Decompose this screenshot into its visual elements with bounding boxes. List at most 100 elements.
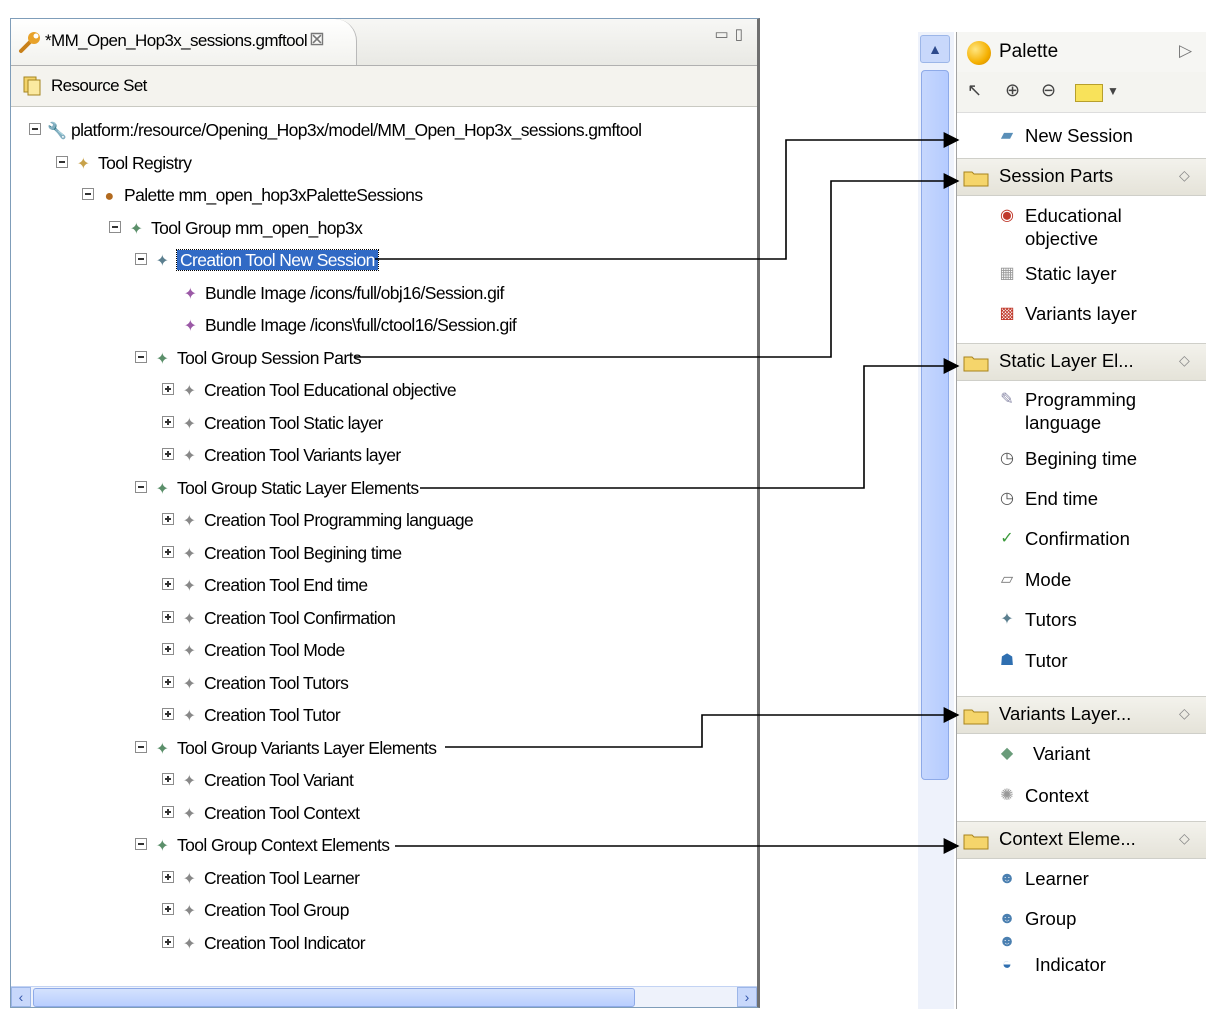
expand-toggle[interactable]	[162, 936, 174, 949]
tree-node-label: Bundle Image /icons\full/ctool16/Session…	[205, 315, 517, 335]
session-icon: ▰	[1000, 127, 1014, 144]
tree-node-educational-objective[interactable]: ✦ Creation Tool Educational objective	[162, 376, 457, 404]
tree-node-context[interactable]: ✦ Creation Tool Context	[162, 799, 360, 827]
bundle-image-icon: ✦	[183, 318, 197, 335]
palette-tool-context[interactable]: ✺ Context	[993, 784, 1088, 807]
pin-icon[interactable]: ◇	[1179, 167, 1190, 184]
expand-toggle[interactable]	[162, 513, 174, 526]
tree-node-static-layer[interactable]: ✦ Creation Tool Static layer	[162, 409, 383, 437]
expand-toggle[interactable]	[162, 448, 174, 461]
tree-node-learner[interactable]: ✦ Creation Tool Learner	[162, 864, 360, 892]
tree-node-begining-time[interactable]: ✦ Creation Tool Begining time	[162, 539, 402, 567]
palette-tool-label: Tutor	[1025, 650, 1068, 671]
tree-node-static-layer-elements[interactable]: ✦ Tool Group Static Layer Elements	[135, 474, 419, 502]
collapse-toggle[interactable]	[82, 188, 94, 201]
pin-icon[interactable]: ◇	[1179, 352, 1190, 369]
chevron-down-icon[interactable]: ▼	[1107, 84, 1119, 98]
expand-toggle[interactable]	[162, 676, 174, 689]
tree-node-session-parts[interactable]: ✦ Tool Group Session Parts	[135, 344, 362, 372]
scroll-up-icon[interactable]: ▲	[920, 35, 950, 63]
drawer-variants-layer-elements[interactable]: Variants Layer... ◇	[957, 696, 1206, 734]
expand-toggle[interactable]	[162, 383, 174, 396]
collapse-toggle[interactable]	[109, 221, 121, 234]
palette-tool-programming-language[interactable]: ✎ Programming language	[993, 388, 1136, 434]
tree-node-bundle-image-obj16[interactable]: ✦ Bundle Image /icons/full/obj16/Session.…	[181, 279, 505, 307]
palette-tool-end-time[interactable]: ◷ End time	[993, 487, 1098, 510]
tree-node-end-time[interactable]: ✦ Creation Tool End time	[162, 571, 368, 599]
vertical-scrollbar[interactable]: ▲	[918, 32, 954, 1009]
tree-node-variants-layer-elements[interactable]: ✦ Tool Group Variants Layer Elements	[135, 734, 437, 762]
tree-node-tool-group-main[interactable]: ✦ Tool Group mm_open_hop3x	[109, 214, 363, 242]
expand-toggle[interactable]	[162, 871, 174, 884]
scroll-right-icon[interactable]: ›	[737, 987, 757, 1007]
scrollbar-thumb[interactable]	[921, 70, 949, 780]
palette-tool-variants-layer[interactable]: ▩ Variants layer	[993, 302, 1136, 325]
horizontal-scrollbar[interactable]: ‹ ›	[11, 986, 757, 1007]
expand-palette-icon[interactable]: ▷	[1179, 41, 1192, 61]
collapse-toggle[interactable]	[56, 156, 68, 169]
tree-node-new-session[interactable]: ✦ Creation Tool New Session	[135, 246, 379, 274]
expand-toggle[interactable]	[162, 773, 174, 786]
zoom-out-icon[interactable]: ⊖	[1041, 80, 1056, 101]
tree-node-group[interactable]: ✦ Creation Tool Group	[162, 896, 350, 924]
tree-node-label: Creation Tool Begining time	[204, 543, 402, 563]
collapse-toggle[interactable]	[29, 123, 41, 136]
maximize-icon[interactable]: ▯	[735, 26, 743, 43]
tree-node-tool-registry[interactable]: ✦ Tool Registry	[56, 149, 192, 177]
palette-tool-indicator[interactable]: ◒ Indicator	[993, 953, 1106, 976]
editor-tab[interactable]: *MM_Open_Hop3x_sessions.gmftool ⊠	[11, 19, 357, 65]
zoom-in-icon[interactable]: ⊕	[1005, 80, 1020, 101]
expand-toggle[interactable]	[162, 578, 174, 591]
tree-node-indicator[interactable]: ✦ Creation Tool Indicator	[162, 929, 366, 957]
tree-node-platform-resource[interactable]: 🔧 platform:/resource/Opening_Hop3x/model/…	[29, 116, 642, 144]
pin-icon[interactable]: ◇	[1179, 705, 1190, 722]
palette-tool-confirmation[interactable]: ✓ Confirmation	[993, 527, 1130, 550]
collapse-toggle[interactable]	[135, 351, 147, 364]
collapse-toggle[interactable]	[135, 253, 147, 266]
creation-tool-icon: ✦	[182, 383, 196, 400]
resource-set-header: Resource Set	[11, 66, 757, 107]
palette-tool-new-session[interactable]: ▰ New Session	[993, 124, 1133, 147]
tree-node-tutors[interactable]: ✦ Creation Tool Tutors	[162, 669, 349, 697]
palette-tool-educational-objective[interactable]: ◉ Educational objective	[993, 204, 1122, 250]
tree-node-confirmation[interactable]: ✦ Creation Tool Confirmation	[162, 604, 396, 632]
expand-toggle[interactable]	[162, 903, 174, 916]
tree-node-variants-layer[interactable]: ✦ Creation Tool Variants layer	[162, 441, 401, 469]
expand-toggle[interactable]	[162, 643, 174, 656]
collapse-toggle[interactable]	[135, 481, 147, 494]
palette-tool-learner[interactable]: ☻ Learner	[993, 867, 1089, 890]
palette-tool-variant[interactable]: ◆ Variant	[993, 742, 1090, 765]
pin-icon[interactable]: ◇	[1179, 830, 1190, 847]
tree-node-palette[interactable]: ● Palette mm_open_hop3xPaletteSessions	[82, 181, 423, 209]
palette-tool-group[interactable]: ☻☻ Group	[993, 907, 1077, 953]
tool-group-icon: ✦	[129, 221, 143, 238]
tree-node-mode[interactable]: ✦ Creation Tool Mode	[162, 636, 345, 664]
tree-node-label: Creation Tool Variant	[204, 770, 354, 790]
collapse-toggle[interactable]	[135, 741, 147, 754]
palette-tool-mode[interactable]: ▱ Mode	[993, 568, 1071, 591]
expand-toggle[interactable]	[162, 416, 174, 429]
tree-node-context-elements[interactable]: ✦ Tool Group Context Elements	[135, 831, 390, 859]
tree-node-tutor[interactable]: ✦ Creation Tool Tutor	[162, 701, 341, 729]
select-arrow-icon[interactable]: ↖	[967, 80, 982, 101]
drawer-session-parts[interactable]: Session Parts ◇	[957, 158, 1206, 196]
drawer-context-elements[interactable]: Context Eleme... ◇	[957, 821, 1206, 859]
note-icon[interactable]	[1075, 84, 1103, 102]
minimize-icon[interactable]: ▭	[715, 26, 729, 43]
palette-tool-begining-time[interactable]: ◷ Begining time	[993, 447, 1137, 470]
expand-toggle[interactable]	[162, 546, 174, 559]
tree-node-bundle-image-ctool16[interactable]: ✦ Bundle Image /icons\full/ctool16/Sessio…	[181, 311, 517, 339]
close-icon[interactable]: ⊠	[309, 28, 325, 51]
collapse-toggle[interactable]	[135, 838, 147, 851]
scroll-left-icon[interactable]: ‹	[11, 987, 31, 1007]
expand-toggle[interactable]	[162, 708, 174, 721]
expand-toggle[interactable]	[162, 806, 174, 819]
tree-node-programming-language[interactable]: ✦ Creation Tool Programming language	[162, 506, 474, 534]
expand-toggle[interactable]	[162, 611, 174, 624]
palette-tool-tutor[interactable]: ☗ Tutor	[993, 649, 1068, 672]
tree-node-variant[interactable]: ✦ Creation Tool Variant	[162, 766, 354, 794]
drawer-static-layer-elements[interactable]: Static Layer El... ◇	[957, 343, 1206, 381]
scrollbar-thumb[interactable]	[33, 988, 635, 1007]
palette-tool-tutors[interactable]: ✦ Tutors	[993, 608, 1076, 631]
palette-tool-static-layer[interactable]: ▦ Static layer	[993, 262, 1116, 285]
